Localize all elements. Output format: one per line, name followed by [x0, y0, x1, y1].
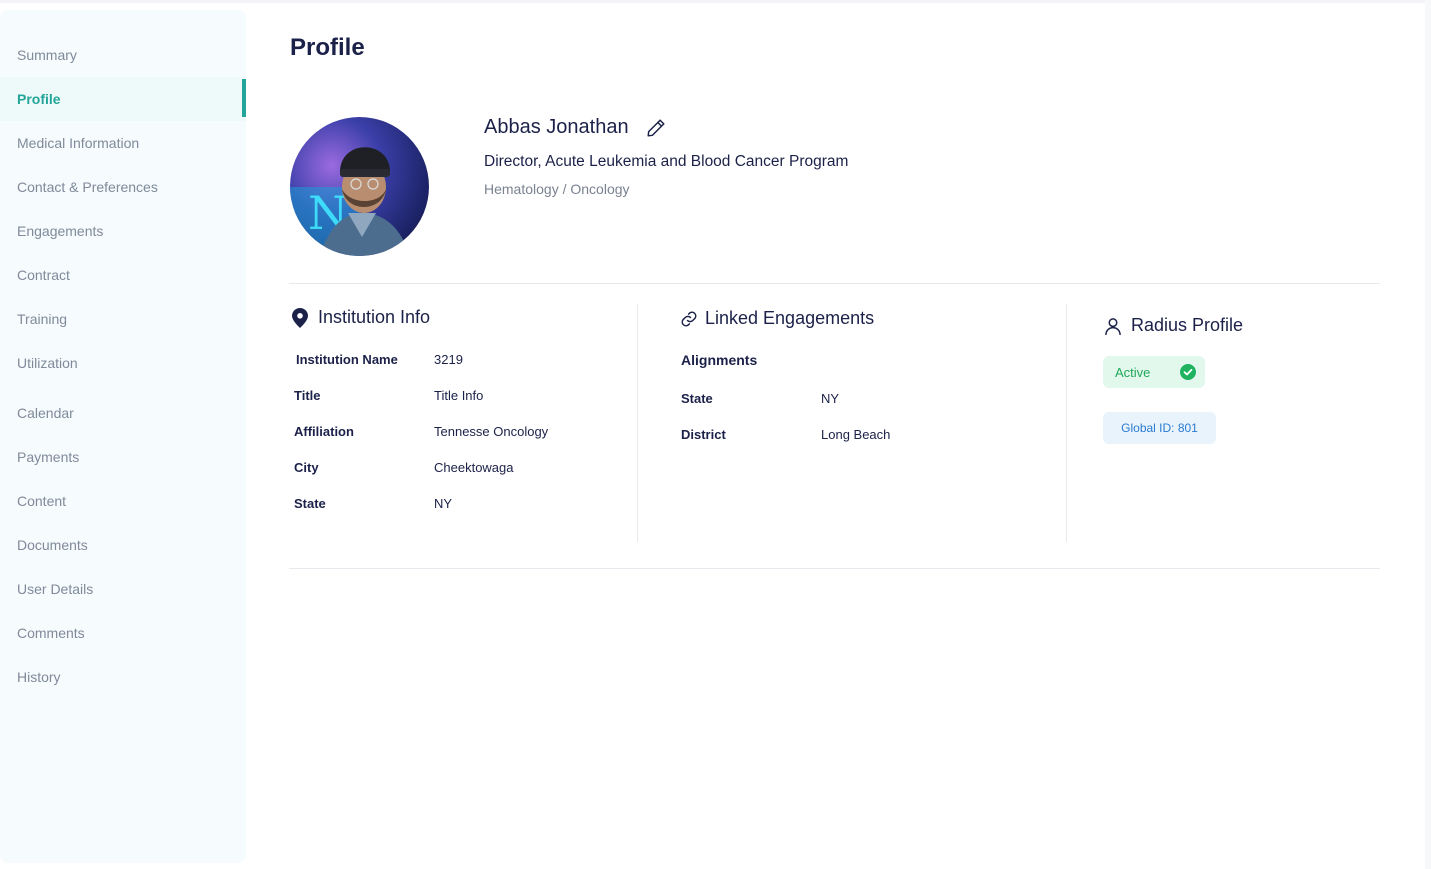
- sidebar-item-contact-preferences[interactable]: Contact & Preferences: [0, 165, 246, 209]
- status-badge: Active: [1103, 356, 1205, 388]
- global-id-badge: Global ID: 801: [1103, 412, 1216, 444]
- pencil-icon[interactable]: [645, 117, 667, 139]
- status-label: Active: [1115, 364, 1151, 380]
- divider-bottom: [289, 568, 1380, 569]
- right-scroll-edge: [1425, 0, 1431, 869]
- institution-name-value: 3219: [434, 352, 463, 367]
- sidebar-item-user-details[interactable]: User Details: [0, 567, 246, 611]
- sidebar-item-engagements[interactable]: Engagements: [0, 209, 246, 253]
- title-label: Title: [294, 388, 321, 403]
- radius-profile-header: Radius Profile: [1103, 315, 1243, 336]
- district-label: District: [681, 427, 726, 442]
- top-border: [0, 0, 1431, 3]
- sidebar-item-summary[interactable]: Summary: [0, 33, 246, 77]
- sidebar-item-profile[interactable]: Profile: [0, 77, 246, 121]
- city-value: Cheektowaga: [434, 460, 514, 475]
- sidebar-item-documents[interactable]: Documents: [0, 523, 246, 567]
- column-divider-2: [1066, 304, 1067, 542]
- sidebar-item-label: Utilization: [17, 355, 78, 371]
- state-label: State: [294, 496, 326, 511]
- sidebar-item-payments[interactable]: Payments: [0, 435, 246, 479]
- linked-state-label: State: [681, 391, 713, 406]
- title-value: Title Info: [434, 388, 484, 403]
- sidebar-item-label: Contact & Preferences: [17, 179, 158, 195]
- avatar: N: [290, 117, 429, 256]
- institution-info-header: Institution Info: [290, 307, 430, 328]
- column-divider-1: [637, 304, 638, 542]
- institution-info-title: Institution Info: [318, 307, 431, 327]
- sidebar-item-label: User Details: [17, 581, 94, 597]
- job-title: Director, Acute Leukemia and Blood Cance…: [484, 153, 849, 170]
- affiliation-label: Affiliation: [294, 424, 354, 439]
- sidebar-item-content[interactable]: Content: [0, 479, 246, 523]
- sidebar-item-comments[interactable]: Comments: [0, 611, 246, 655]
- page-title: Profile: [290, 34, 365, 61]
- sidebar-item-label: Calendar: [17, 405, 74, 421]
- sidebar-item-label: Engagements: [17, 223, 104, 239]
- sidebar-item-label: Comments: [17, 625, 85, 641]
- sidebar-item-label: Documents: [17, 537, 88, 553]
- alignments-heading: Alignments: [681, 352, 758, 368]
- sidebar-item-label: Training: [17, 311, 68, 327]
- radius-profile-title: Radius Profile: [1131, 315, 1244, 335]
- check-circle-icon: [1180, 364, 1196, 380]
- profile-photo-icon: N: [290, 117, 429, 256]
- sidebar-item-label: History: [17, 669, 61, 685]
- sidebar-item-history[interactable]: History: [0, 655, 246, 699]
- sidebar-item-utilization[interactable]: Utilization: [0, 341, 246, 385]
- sidebar-item-label: Medical Information: [17, 135, 140, 151]
- profile-name: Abbas Jonathan: [484, 116, 629, 138]
- linked-engagements-header: Linked Engagements: [679, 308, 874, 329]
- sidebar-item-label: Summary: [17, 47, 77, 63]
- location-pin-icon: [290, 307, 310, 328]
- sidebar-item-label: Payments: [17, 449, 80, 465]
- sidebar-item-label: Content: [17, 493, 67, 509]
- divider-top: [289, 283, 1380, 284]
- sidebar-item-label: Profile: [17, 91, 61, 107]
- linked-engagements-title: Linked Engagements: [705, 308, 875, 328]
- linked-state-value: NY: [821, 391, 840, 406]
- sidebar-item-training[interactable]: Training: [0, 297, 246, 341]
- institution-name-label: Institution Name: [296, 352, 398, 367]
- city-label: City: [294, 460, 319, 475]
- sidebar: Summary Profile Medical Information Cont…: [0, 10, 246, 863]
- profile-name-row: Abbas Jonathan: [484, 116, 667, 139]
- sidebar-item-contract[interactable]: Contract: [0, 253, 246, 297]
- sidebar-item-calendar[interactable]: Calendar: [0, 391, 246, 435]
- sidebar-item-medical-information[interactable]: Medical Information: [0, 121, 246, 165]
- affiliation-value: Tennesse Oncology: [434, 424, 549, 439]
- sidebar-item-label: Contract: [17, 267, 70, 283]
- user-icon: [1103, 316, 1123, 336]
- specialty: Hematology / Oncology: [484, 181, 630, 197]
- state-value: NY: [434, 496, 453, 511]
- link-icon: [679, 309, 699, 329]
- district-value: Long Beach: [821, 427, 891, 442]
